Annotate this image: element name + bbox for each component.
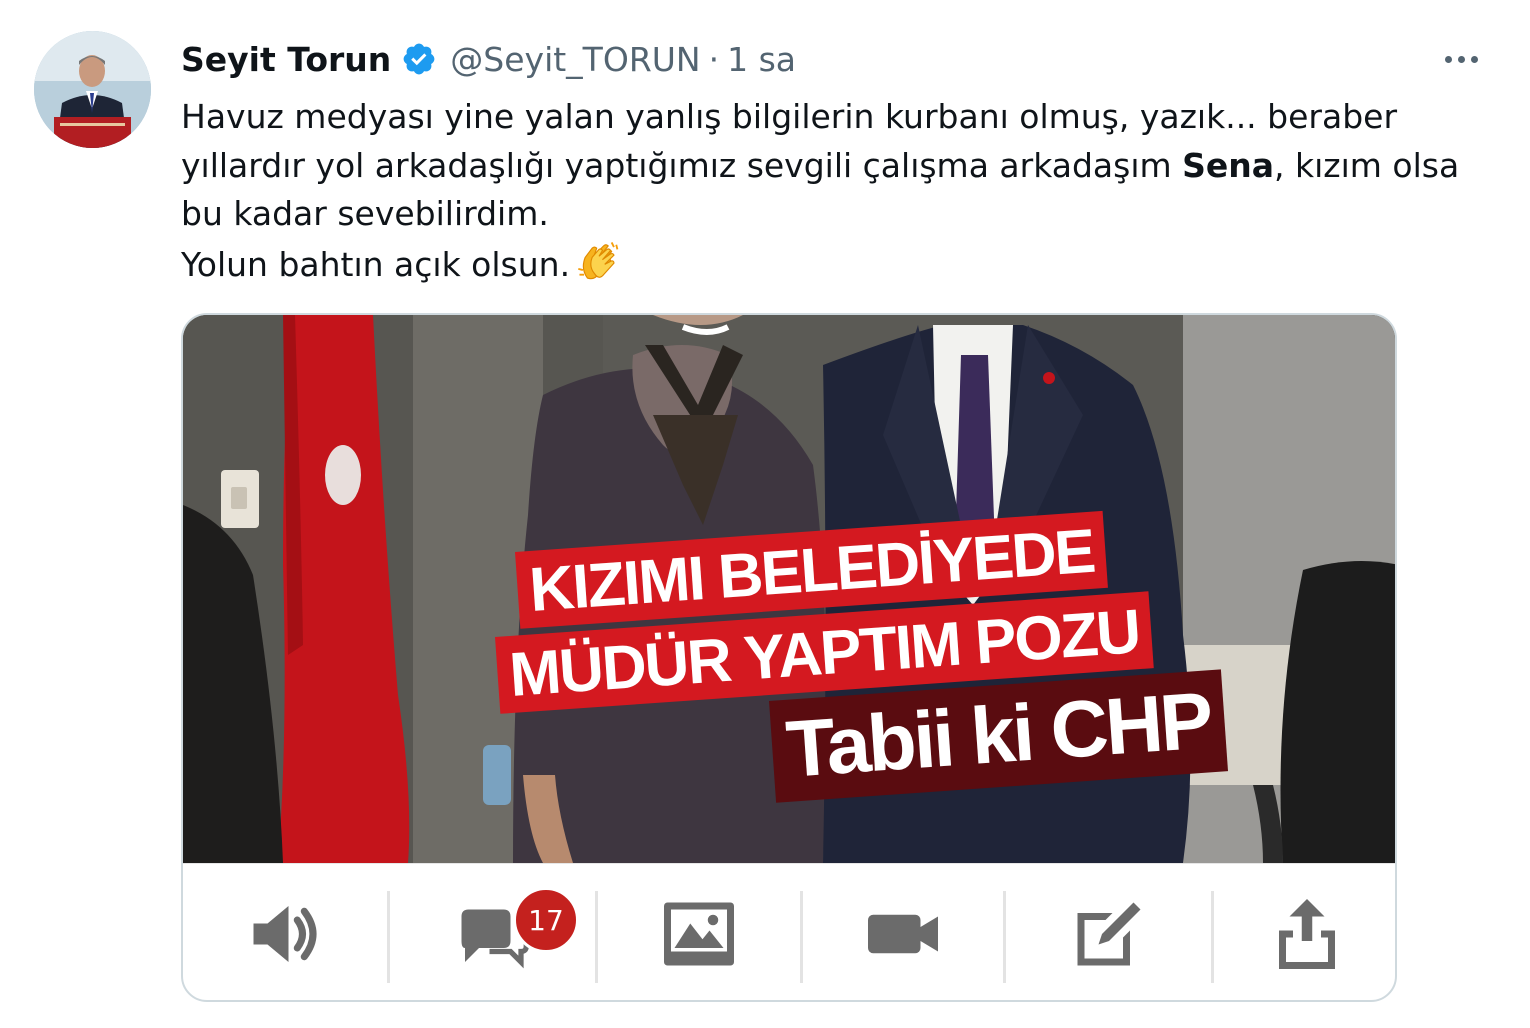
- speaker-icon: [253, 906, 317, 962]
- author-handle[interactable]: @Seyit_TORUN: [450, 40, 700, 79]
- share-button[interactable]: [1214, 864, 1395, 1000]
- edit-button[interactable]: [1006, 864, 1212, 1000]
- tweet-line-3: bu kadar sevebilirdim.: [181, 194, 549, 233]
- tweet-header: Seyit Torun @Seyit_TORUN · 1 sa: [181, 36, 796, 82]
- tweet-timestamp[interactable]: 1 sa: [727, 40, 796, 79]
- tweet-text: Havuz medyası yine yalan yanlış bilgiler…: [181, 93, 1460, 290]
- media-card: KIZIMI BELEDİYEDE MÜDÜR YAPTIM POZU Tabi…: [181, 313, 1397, 1002]
- author-avatar[interactable]: [34, 31, 151, 148]
- tweet-line-1: Havuz medyası yine yalan yanlış bilgiler…: [181, 97, 1398, 136]
- share-icon: [1278, 899, 1335, 969]
- media-toolbar: [183, 863, 1395, 1000]
- tweet-line-2: yıllardır yol arkadaşlığı yaptığımız sev…: [181, 145, 1460, 185]
- clapping-hands-icon: [578, 241, 619, 279]
- author-name[interactable]: Seyit Torun: [181, 40, 391, 79]
- mention-name: Sena: [1182, 145, 1275, 185]
- tweet-photo[interactable]: KIZIMI BELEDİYEDE MÜDÜR YAPTIM POZU Tabi…: [183, 315, 1395, 863]
- verified-badge-icon: [403, 43, 435, 75]
- image-icon: [664, 902, 735, 966]
- edit-icon: [1077, 902, 1140, 966]
- more-options-icon[interactable]: [1436, 44, 1486, 74]
- image-button[interactable]: [598, 864, 800, 1000]
- speaker-button[interactable]: [183, 864, 387, 1000]
- comment-count-badge: 17: [513, 887, 579, 953]
- video-icon: [867, 914, 938, 954]
- tweet-line-4: Yolun bahtın açık olsun.: [181, 239, 1421, 290]
- video-button[interactable]: [803, 864, 1003, 1000]
- separator-dot: ·: [708, 39, 720, 79]
